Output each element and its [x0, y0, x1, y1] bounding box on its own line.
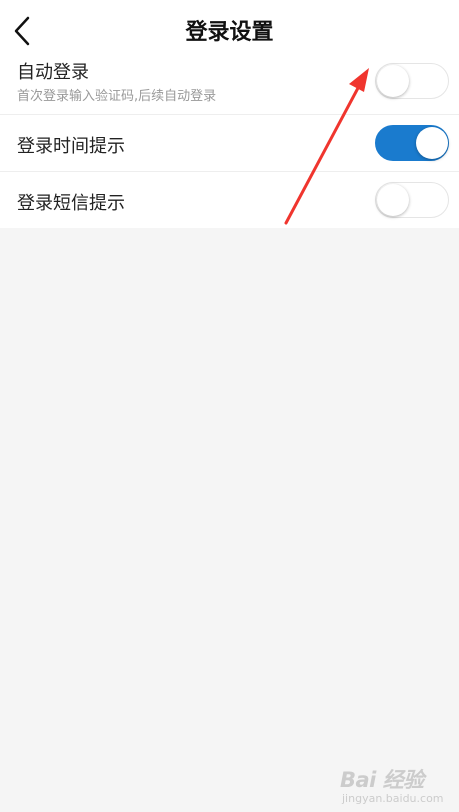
toggle-knob [376, 183, 409, 216]
watermark-logo: Bai 经验 [340, 768, 424, 792]
login-sms-alert-toggle[interactable] [375, 182, 449, 218]
setting-label: 登录时间提示 [17, 136, 125, 157]
setting-description: 首次登录输入验证码,后续自动登录 [17, 89, 217, 104]
setting-row-login-sms-alert: 登录短信提示 [0, 172, 459, 228]
app-header: 登录设置 [0, 0, 459, 58]
setting-label: 登录短信提示 [17, 193, 125, 214]
auto-login-toggle[interactable] [375, 63, 449, 99]
baidu-jingyan-watermark: Bai 经验 jingyan.baidu.com [340, 764, 456, 808]
page-title: 登录设置 [185, 20, 274, 45]
watermark-url: jingyan.baidu.com [342, 792, 444, 805]
setting-row-auto-login: 自动登录 首次登录输入验证码,后续自动登录 [0, 58, 459, 114]
settings-list: 自动登录 首次登录输入验证码,后续自动登录 登录时间提示 登录短信提示 [0, 58, 459, 228]
login-time-alert-toggle[interactable] [375, 125, 449, 161]
setting-row-login-time-alert: 登录时间提示 [0, 115, 459, 171]
toggle-knob [415, 126, 448, 159]
setting-label: 自动登录 [17, 62, 89, 83]
toggle-knob [376, 64, 409, 97]
